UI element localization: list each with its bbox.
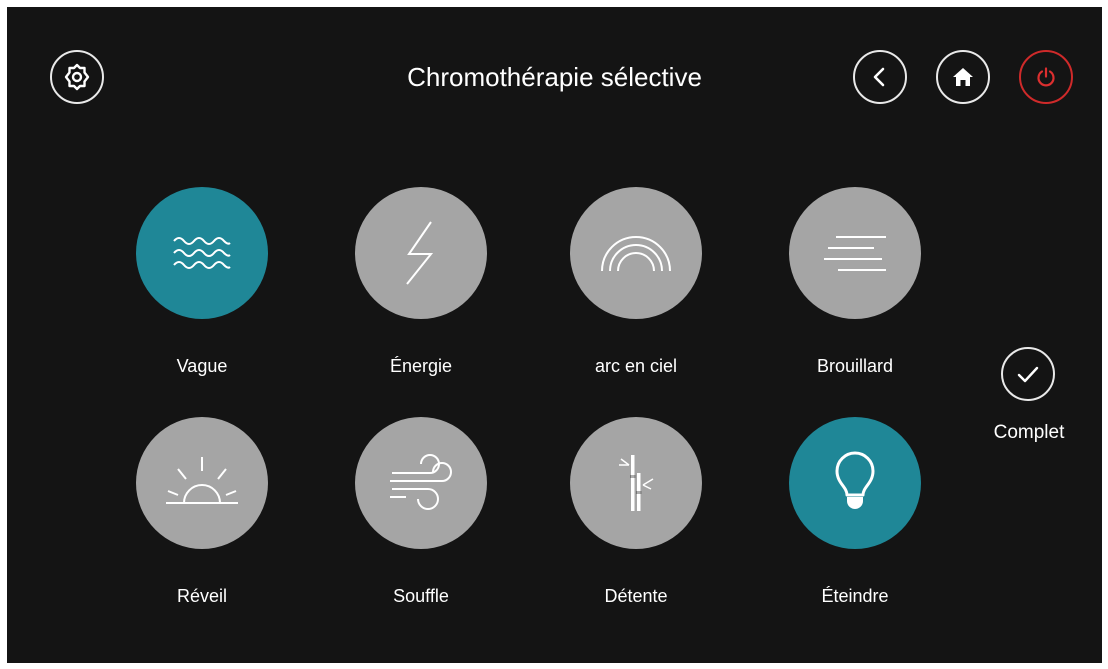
- lightning-icon: [401, 218, 441, 288]
- mode-button-circle[interactable]: [570, 187, 702, 319]
- mode-button-circle[interactable]: [789, 417, 921, 549]
- mode-label: Éteindre: [821, 586, 889, 606]
- rainbow-icon: [596, 231, 676, 275]
- mode-label: Énergie: [389, 356, 453, 376]
- mode-label: Vague: [176, 356, 228, 376]
- mode-label: Brouillard: [816, 356, 894, 376]
- complete-button-circle[interactable]: [1001, 347, 1055, 401]
- fog-icon: [820, 231, 890, 275]
- back-button[interactable]: [853, 50, 907, 104]
- mode-button-circle[interactable]: [789, 187, 921, 319]
- check-icon: [1015, 361, 1041, 387]
- power-button[interactable]: [1019, 50, 1073, 104]
- waves-icon: [170, 231, 234, 275]
- bamboo-icon: [611, 451, 661, 515]
- mode-button-circle[interactable]: [570, 417, 702, 549]
- mode-label: Détente: [604, 586, 668, 606]
- mode-label: Réveil: [176, 586, 228, 606]
- wind-icon: [386, 451, 456, 515]
- mode-button-circle[interactable]: [136, 417, 268, 549]
- mode-label: arc en ciel: [594, 356, 678, 376]
- complete-label: Complet: [993, 422, 1065, 443]
- power-icon: [1034, 65, 1058, 89]
- mode-button-circle[interactable]: [136, 187, 268, 319]
- mode-button-circle[interactable]: [355, 417, 487, 549]
- sunrise-icon: [162, 453, 242, 513]
- mode-button-circle[interactable]: [355, 187, 487, 319]
- chromotherapy-screen: Chromothérapie sélective Vague Énergie a…: [7, 7, 1102, 663]
- light-bulb-icon: [831, 451, 879, 515]
- home-icon: [951, 65, 975, 89]
- mode-label: Souffle: [393, 586, 449, 606]
- home-button[interactable]: [936, 50, 990, 104]
- chevron-left-icon: [868, 65, 892, 89]
